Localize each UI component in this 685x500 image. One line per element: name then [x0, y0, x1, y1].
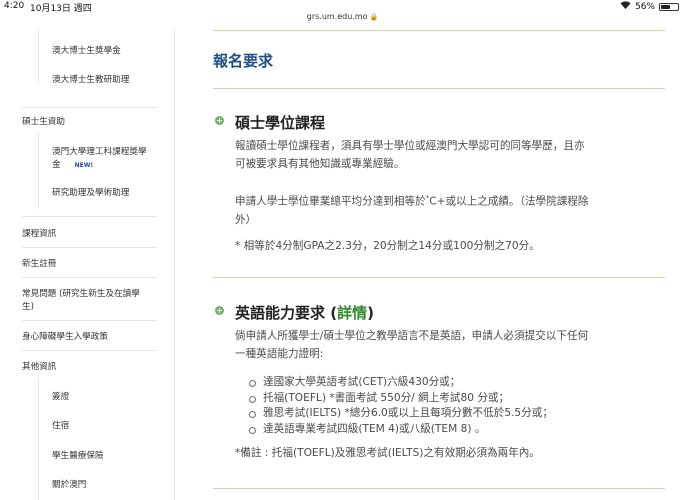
gpa-requirement-text: 申請人學士學位畢業總平均分達到相等於*C+或以上之成績。（法學院課程除 外）	[235, 189, 667, 229]
battery-icon	[659, 2, 679, 11]
sidebar-item-label: 生)	[22, 302, 34, 312]
paragraph-line: 一種英語能力證明:	[235, 348, 324, 360]
sidebar-item-disability-policy[interactable]: 身心障礙學生入學政策	[22, 331, 108, 344]
masters-requirement-text: 報讀碩士學位課程者，須具有學士學位或經澳門大學認可的同等學歷，且亦 可被要求具有…	[235, 137, 667, 173]
page-title: 報名要求	[213, 52, 274, 70]
sidebar-item-faq[interactable]: 常見問題 (研究生新生及在讀學 生)	[22, 288, 162, 314]
expand-plus-icon[interactable]	[215, 306, 224, 315]
sidebar-divider	[22, 350, 157, 351]
sidebar-item-label: 澳門大學理工科課程獎學	[52, 147, 147, 157]
sidebar-item-label: 金	[52, 160, 61, 170]
paragraph-line: 報讀碩士學位課程者，須具有學士學位或經澳門大學認可的同等學歷，且亦	[235, 140, 585, 152]
sidebar-item-insurance[interactable]: 學生醫療保險	[52, 450, 104, 463]
paragraph-line: 可被要求具有其他知識或專業經驗。	[235, 158, 405, 170]
sidebar-item-label: 常見問題 (研究生新生及在讀學	[22, 289, 140, 299]
sidebar-item-phd-assistant[interactable]: 澳大博士生教研助理	[52, 74, 129, 87]
validity-note: *備註 : 托福(TOEFL)及雅思考試(IELTS)之有效期必須為兩年內。	[235, 447, 540, 459]
new-badge: NEW!	[74, 162, 94, 169]
sidebar-item-accommodation[interactable]: 住宿	[52, 420, 69, 433]
sidebar-divider	[22, 107, 157, 108]
address-bar[interactable]: grs.um.edu.mo 🔒	[0, 12, 685, 21]
details-link[interactable]: 詳情	[337, 304, 367, 322]
sidebar-divider	[22, 216, 157, 217]
sidebar-item-other-info[interactable]: 其他資訊	[22, 361, 56, 374]
sidebar-divider	[22, 277, 157, 278]
status-time: 4:20	[4, 1, 25, 11]
paragraph-line: 申請人學士學位畢業總平均分達到相等於	[235, 195, 426, 208]
paragraph-line: 倘申請人所獲學士/碩士學位之教學語言不是英語，申請人必須提交以下任何	[235, 330, 589, 342]
sidebar-divider	[22, 247, 157, 248]
sidebar-nav: 澳大博士生獎學金 澳大博士生教研助理 碩士生資助 澳門大學理工科課程獎學 金 NE…	[0, 30, 175, 500]
lock-icon: 🔒	[369, 13, 379, 21]
section-rule	[213, 88, 665, 89]
sidebar-divider	[38, 378, 39, 500]
section-title-english[interactable]: 英語能力要求 (詳情)	[235, 302, 374, 323]
sidebar-item-master-funding[interactable]: 碩士生資助	[22, 116, 65, 129]
gpa-equivalence-note: * 相等於4分制GPA之2.3分，20分制之14分或100分制之70分。	[235, 240, 540, 252]
list-item: 達國家大學英語考試(CET)六級430分或；	[247, 375, 667, 391]
url-text: grs.um.edu.mo	[306, 12, 368, 21]
sidebar-divider	[38, 132, 39, 209]
paragraph-line: 外）	[235, 213, 257, 226]
main-content: 報名要求 碩士學位課程 報讀碩士學位課程者，須具有學士學位或經澳門大學認可的同等…	[175, 30, 685, 500]
sidebar-item-stem-scholarship[interactable]: 澳門大學理工科課程獎學 金 NEW!	[52, 146, 147, 172]
battery-percent: 56%	[634, 1, 655, 12]
section-rule	[213, 488, 665, 489]
sidebar-item-phd-scholarship[interactable]: 澳大博士生獎學金	[52, 45, 121, 58]
sidebar-divider	[22, 320, 157, 321]
sidebar-item-programmes[interactable]: 課程資訊	[22, 228, 56, 241]
section-title-text: )	[367, 304, 374, 322]
sidebar-divider	[38, 30, 39, 82]
wifi-icon	[620, 1, 631, 12]
expand-plus-icon[interactable]	[215, 116, 224, 125]
section-rule	[213, 277, 665, 278]
paragraph-line: C+或以上之成績。（法學院課程除	[429, 195, 589, 208]
status-right: 56%	[620, 1, 679, 12]
sidebar-item-visa[interactable]: 簽證	[52, 391, 69, 404]
english-intro-text: 倘申請人所獲學士/碩士學位之教學語言不是英語，申請人必須提交以下任何 一種英語能…	[235, 327, 667, 363]
section-title-masters[interactable]: 碩士學位課程	[235, 112, 325, 133]
sidebar-item-about-macao[interactable]: 關於澳門	[52, 479, 86, 492]
section-title-text: 英語能力要求 (	[235, 304, 338, 322]
list-item: 達英語專業考試四級(TEM 4)或八級(TEM 8) 。	[247, 422, 667, 438]
list-item: 托福(TOEFL) *書面考試 550分/ 網上考試80 分或；	[247, 391, 667, 407]
list-item: 雅思考試(IELTS) *總分6.0或以上且每項分數不低於5.5分或；	[247, 406, 667, 422]
top-rule	[213, 30, 665, 31]
sidebar-item-registration[interactable]: 新生註冊	[22, 258, 56, 271]
sidebar-item-research-assistant[interactable]: 研究助理及學術助理	[52, 187, 129, 200]
english-tests-list: 達國家大學英語考試(CET)六級430分或； 托福(TOEFL) *書面考試 5…	[247, 375, 667, 437]
